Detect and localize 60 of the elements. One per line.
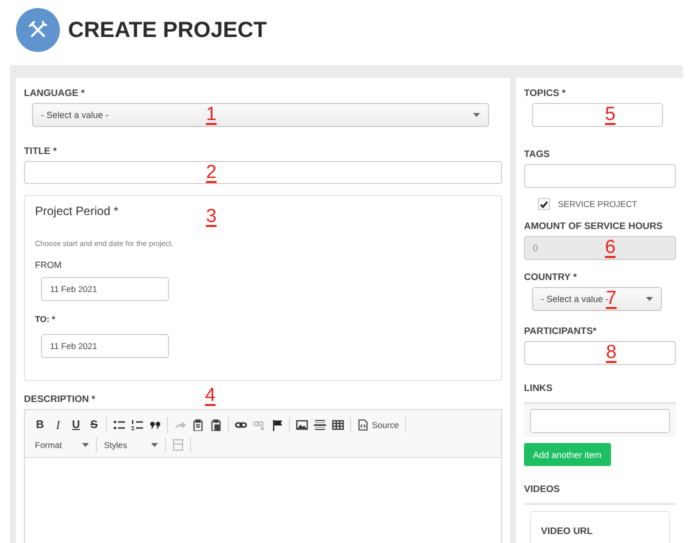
annotation-number: 4 — [205, 386, 216, 405]
date-field[interactable]: 11 Feb 2021 — [41, 277, 169, 301]
dropdown-menu[interactable]: Styles — [100, 436, 162, 454]
quote-icon — [149, 419, 161, 431]
field-label: LINKS — [524, 383, 552, 394]
field-label: AMOUNT OF SERVICE HOURS — [524, 221, 663, 232]
frame-icon — [172, 439, 184, 451]
caret-icon — [473, 113, 480, 117]
lines-icon — [314, 419, 326, 431]
numbered-list-icon — [131, 419, 143, 431]
field-label: COUNTRY * — [524, 272, 577, 283]
section-heading: Project Period * — [35, 204, 118, 218]
list-icon — [113, 419, 125, 431]
checkbox[interactable] — [538, 198, 550, 210]
language-select[interactable]: - Select a value - 1 — [32, 103, 489, 127]
field-label: VIDEO URL — [541, 526, 593, 537]
dropdown-menu[interactable]: Format — [31, 436, 93, 454]
caret-icon — [646, 297, 653, 301]
field-label: TAGS — [524, 149, 550, 160]
topics-field[interactable]: 5 — [532, 103, 663, 127]
arrow-icon — [174, 419, 186, 431]
link-icon — [235, 419, 247, 431]
caret-icon — [151, 443, 158, 447]
tags-field[interactable] — [524, 164, 676, 188]
annotation-number: 1 — [206, 105, 217, 124]
unlink-icon — [253, 419, 265, 431]
clipboard-icon — [192, 419, 204, 431]
document-icon — [357, 419, 369, 431]
underline-button[interactable]: U — [67, 416, 85, 434]
page-title: CREATE PROJECT — [68, 16, 267, 42]
hours-field: 0 6 — [524, 236, 676, 260]
annotation-number: 2 — [206, 163, 217, 182]
field-label: VIDEOS — [524, 484, 560, 495]
participants-field[interactable]: 8 — [524, 341, 676, 365]
italic-button[interactable]: I — [49, 416, 67, 434]
field-label: LANGUAGE * — [24, 88, 85, 99]
bold-button[interactable]: B — [31, 416, 49, 434]
field-label: FROM — [35, 260, 62, 270]
tools-icon — [16, 8, 60, 52]
title-field[interactable]: 2 — [24, 161, 502, 184]
annotation-number: 8 — [606, 343, 617, 362]
link-field[interactable] — [530, 409, 670, 433]
checkbox-label: SERVICE PROJECT — [558, 199, 638, 209]
field-label: PARTICIPANTS* — [524, 326, 596, 337]
field-label: TITLE * — [24, 146, 57, 157]
clipboard-icon — [210, 419, 222, 431]
flag-icon — [271, 419, 283, 431]
caret-icon — [82, 443, 89, 447]
field-label: DESCRIPTION * — [24, 394, 96, 405]
table-icon — [332, 419, 344, 431]
rich-text-editor[interactable]: B I U S Source Format Styles — [24, 409, 502, 543]
field-label: TO: * — [35, 314, 56, 324]
annotation-number: 5 — [605, 105, 616, 124]
image-icon — [296, 419, 308, 431]
annotation-number: 3 — [206, 207, 217, 226]
strikethrough-button[interactable]: S — [85, 416, 103, 434]
annotation-number: 6 — [605, 238, 616, 257]
field-label: TOPICS * — [524, 88, 566, 99]
date-field[interactable]: 11 Feb 2021 — [41, 334, 169, 358]
source-button[interactable]: Source — [354, 416, 402, 434]
